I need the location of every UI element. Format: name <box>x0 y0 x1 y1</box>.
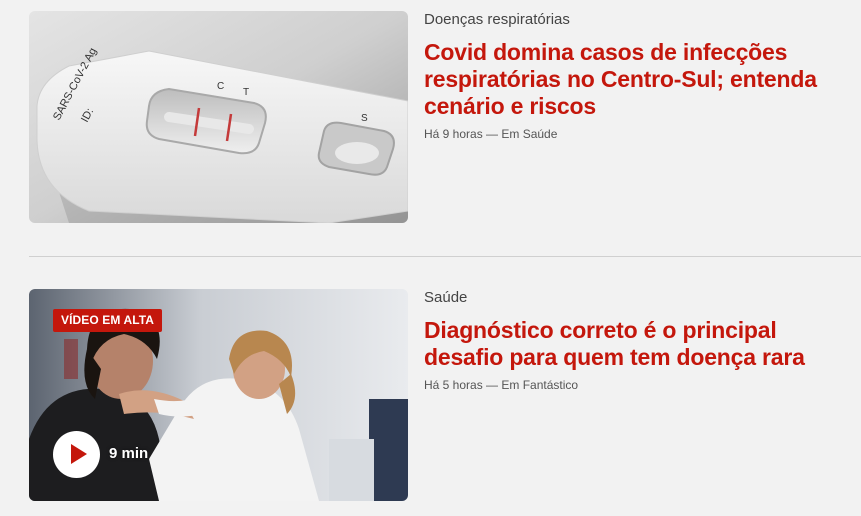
svg-text:C: C <box>217 81 224 92</box>
section-label[interactable]: Saúde <box>424 289 861 307</box>
news-card-doenca-rara[interactable]: VÍDEO EM ALTA 9 min Saúde Diagnóstico co… <box>29 289 861 501</box>
news-card-text: Saúde Diagnóstico correto é o principal … <box>424 289 861 393</box>
section-label[interactable]: Doenças respiratórias <box>424 11 861 29</box>
headline-link[interactable]: Covid domina casos de infecções respirat… <box>424 39 861 120</box>
covid-test-image: SARS-CoV-2 Ag ID: C T S <box>29 11 408 223</box>
fantastico-logo-icon <box>339 303 395 359</box>
svg-text:T: T <box>243 87 249 98</box>
news-feed: SARS-CoV-2 Ag ID: C T S Doenças respirat… <box>0 0 861 516</box>
trending-video-badge: VÍDEO EM ALTA <box>53 309 163 332</box>
headline-link[interactable]: Diagnóstico correto é o principal desafi… <box>424 317 861 371</box>
news-card-text: Doenças respiratórias Covid domina casos… <box>424 11 861 142</box>
svg-text:S: S <box>361 113 368 124</box>
covid-test-thumbnail[interactable]: SARS-CoV-2 Ag ID: C T S <box>29 11 408 223</box>
timestamp-meta: Há 9 horas — Em Saúde <box>424 127 558 141</box>
play-button[interactable] <box>53 431 100 478</box>
timestamp-meta: Há 5 horas — Em Fantástico <box>424 378 579 392</box>
play-icon <box>71 444 87 464</box>
news-card-covid[interactable]: SARS-CoV-2 Ag ID: C T S Doenças respirat… <box>29 11 861 223</box>
divider <box>29 256 861 257</box>
video-thumbnail[interactable]: VÍDEO EM ALTA 9 min <box>29 289 408 501</box>
video-duration: 9 min <box>109 445 149 462</box>
